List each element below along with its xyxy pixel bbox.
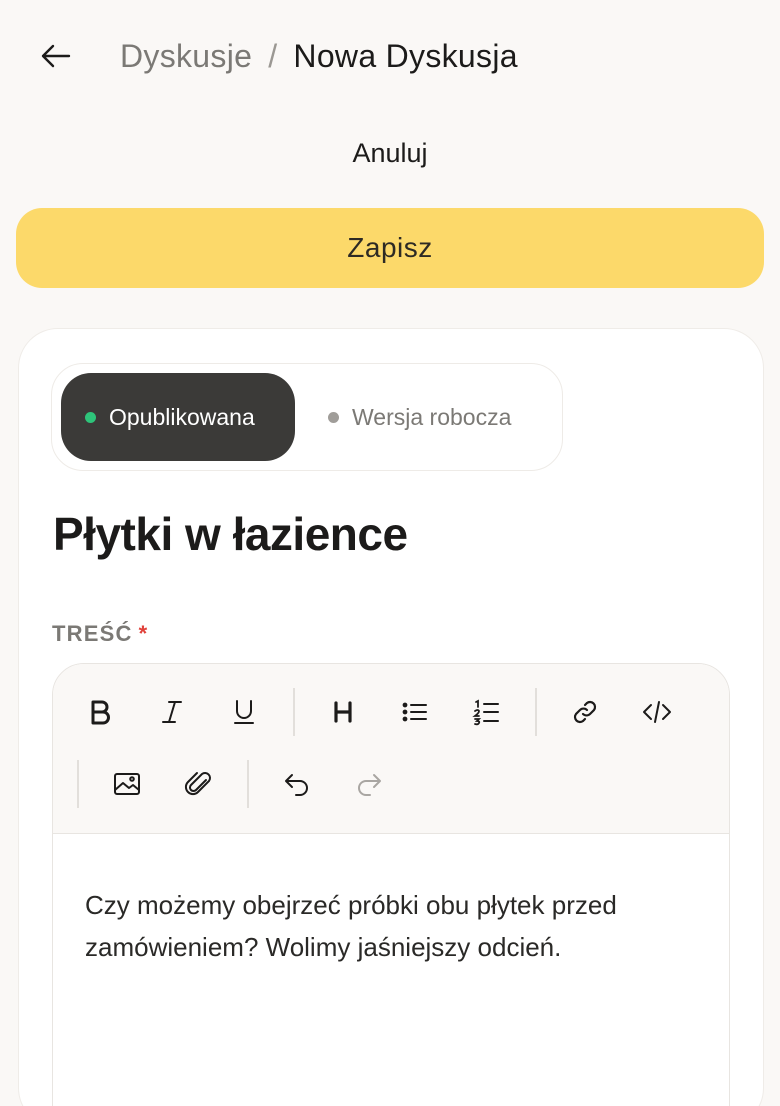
breadcrumb: Dyskusje / Nowa Dyskusja [120, 36, 518, 76]
status-option-draft[interactable]: Wersja robocza [322, 373, 558, 461]
redo-icon [358, 774, 381, 796]
redo-button[interactable] [345, 760, 393, 808]
editor-content[interactable]: Czy możemy obejrzeć próbki obu płytek pr… [85, 884, 645, 968]
bullet-list-button[interactable] [391, 688, 439, 736]
status-dot-gray [328, 411, 339, 423]
status-option-label: Wersja robocza [352, 403, 512, 430]
code-button[interactable] [633, 688, 681, 736]
undo-icon [285, 774, 308, 796]
top-bar: Dyskusje / Nowa Dyskusja [0, 0, 780, 112]
attachment-button[interactable] [175, 760, 223, 808]
underline-button[interactable] [220, 688, 268, 736]
numbered-list-button[interactable] [463, 688, 511, 736]
heading-icon [334, 701, 352, 723]
underline-icon [234, 700, 254, 724]
link-button[interactable] [561, 688, 609, 736]
heading-button[interactable] [319, 688, 367, 736]
image-button[interactable] [103, 760, 151, 808]
discussion-form-card: Opublikowana Wersja robocza Płytki w łaz… [18, 328, 764, 1106]
arrow-left-icon [41, 44, 71, 68]
editor-toolbar [53, 664, 729, 834]
italic-icon [162, 701, 182, 723]
bold-icon [91, 700, 110, 725]
code-icon [643, 701, 671, 723]
toolbar-divider [247, 760, 249, 808]
status-dot-green [85, 411, 96, 423]
breadcrumb-separator: / [268, 37, 278, 74]
image-icon [114, 773, 140, 795]
discussion-title[interactable]: Płytki w łazience [53, 507, 408, 561]
content-field-label: TREŚĆ * [52, 621, 148, 647]
bullet-list-icon [402, 702, 427, 722]
cancel-button[interactable]: Anuluj [290, 128, 490, 178]
back-button[interactable] [34, 34, 78, 78]
toolbar-divider [293, 688, 295, 736]
attachment-icon [184, 772, 211, 796]
undo-button[interactable] [273, 760, 321, 808]
toolbar-divider [535, 688, 537, 736]
status-toggle: Opublikowana Wersja robocza [51, 363, 563, 471]
content-label-text: TREŚĆ [52, 621, 133, 646]
status-option-published[interactable]: Opublikowana [61, 373, 295, 461]
page-title: Nowa Dyskusja [293, 37, 518, 74]
link-icon [573, 700, 597, 724]
rich-text-editor: Czy możemy obejrzeć próbki obu płytek pr… [52, 663, 730, 1106]
save-button[interactable]: Zapisz [16, 208, 764, 288]
required-marker: * [138, 621, 149, 646]
italic-button[interactable] [148, 688, 196, 736]
status-option-label: Opublikowana [109, 403, 255, 430]
toolbar-divider [77, 760, 79, 808]
breadcrumb-discussions-link[interactable]: Dyskusje [120, 38, 252, 75]
numbered-list-icon [472, 699, 499, 726]
bold-button[interactable] [76, 688, 124, 736]
